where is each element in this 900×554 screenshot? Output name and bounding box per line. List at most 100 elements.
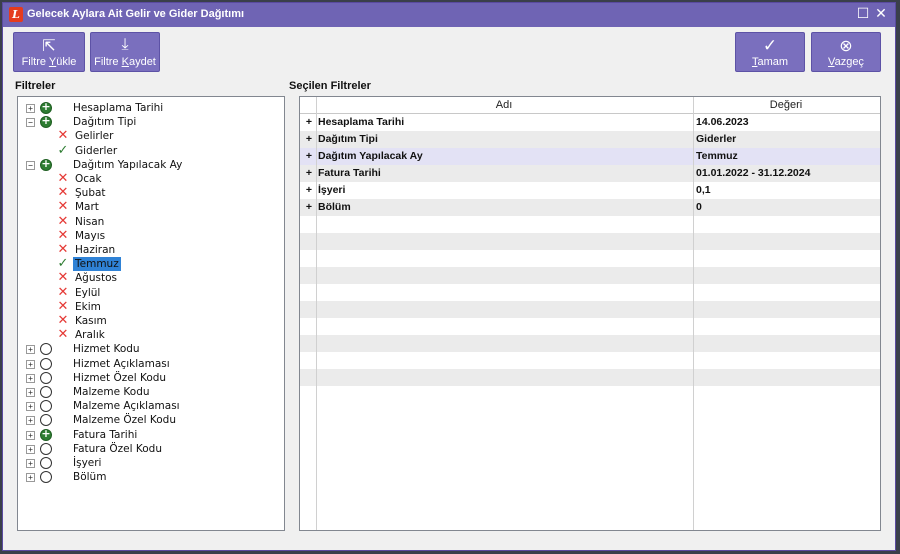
tree-item-label: Bölüm (73, 471, 107, 484)
tree-item[interactable]: ✕ Kasım (18, 314, 284, 328)
tree-item[interactable]: ✓ Giderler (18, 143, 284, 158)
tree-item-label: Eylül (75, 286, 101, 299)
cross-icon[interactable]: ✕ (57, 186, 69, 200)
cross-icon[interactable]: ✕ (57, 200, 69, 214)
filter-empty-icon (40, 414, 52, 427)
expand-icon[interactable]: + (26, 104, 35, 113)
cross-icon[interactable]: ✕ (57, 271, 69, 285)
tree-item[interactable]: + Hizmet Açıklaması (18, 357, 284, 371)
grid-empty-row (300, 335, 880, 352)
expand-icon[interactable]: + (26, 373, 35, 383)
cross-icon[interactable]: ✕ (57, 172, 69, 186)
tree-item[interactable]: ✓ Temmuz (18, 257, 284, 272)
tree-item[interactable]: ✕ Mayıs (18, 228, 284, 243)
tree-item[interactable]: ✕ Haziran (18, 243, 284, 257)
expand-row-icon[interactable]: + (304, 150, 314, 162)
cross-icon[interactable]: ✕ (57, 314, 69, 328)
tree-item[interactable]: + Bölüm (18, 470, 284, 484)
tree-item[interactable]: ✕ Ağustos (18, 271, 284, 285)
expand-icon[interactable]: + (26, 388, 35, 397)
check-icon[interactable]: ✓ (57, 143, 69, 158)
cross-icon[interactable]: ✕ (57, 299, 69, 314)
tree-item[interactable]: ✕ Şubat (18, 186, 284, 200)
column-header-name[interactable]: Adı (316, 97, 692, 113)
tree-item[interactable]: + Hesaplama Tarihi (18, 100, 284, 115)
grid-row[interactable]: + Hesaplama Tarihi 14.06.2023 (300, 114, 880, 131)
tree-item-label: Haziran (75, 244, 116, 256)
cross-icon[interactable]: ✕ (57, 328, 69, 342)
filter-tree[interactable]: +Hesaplama Tarihi−Dağıtım Tipi✕Gelirler✓… (17, 96, 285, 531)
tree-item[interactable]: + Malzeme Açıklaması (18, 399, 284, 413)
expand-row-icon[interactable]: + (304, 116, 314, 128)
tree-item[interactable]: ✕ Ocak (18, 172, 284, 186)
tree-item[interactable]: ✕ Nisan (18, 214, 284, 229)
ok-label: Tamam (751, 56, 789, 68)
tree-item[interactable]: + Fatura Tarihi (18, 427, 284, 442)
expand-row-icon[interactable]: + (304, 167, 314, 179)
tree-item-label: Hizmet Özel Kodu (73, 371, 167, 384)
filter-value: 0,1 (696, 184, 711, 196)
filter-active-icon (40, 157, 52, 171)
close-icon[interactable]: ✕ (873, 6, 889, 22)
expand-icon[interactable]: + (26, 402, 35, 412)
selected-filters-grid[interactable]: Adı Değeri + Hesaplama Tarihi 14.06.2023 + D… (299, 96, 881, 531)
tree-item[interactable]: ✕ Mart (18, 200, 284, 214)
filter-active-icon (40, 100, 52, 114)
tree-item-label: Şubat (75, 187, 106, 200)
tree-item-label: Malzeme Özel Kodu (73, 414, 177, 427)
load-filter-button[interactable]: ⇱ Filtre Yükle (13, 32, 85, 72)
expand-icon[interactable]: + (26, 430, 35, 440)
cross-icon[interactable]: ✕ (57, 228, 69, 243)
filter-empty-icon (40, 357, 52, 370)
grid-row[interactable]: + Dağıtım Yapılacak Ay Temmuz (300, 148, 880, 165)
tree-item[interactable]: + Fatura Özel Kodu (18, 442, 284, 456)
collapse-icon[interactable]: − (26, 118, 35, 128)
filter-value: Temmuz (696, 150, 738, 162)
expand-row-icon[interactable]: + (304, 184, 314, 196)
expand-icon[interactable]: + (26, 444, 35, 454)
maximize-icon[interactable]: ☐ (855, 6, 871, 22)
tree-item[interactable]: − Dağıtım Yapılacak Ay (18, 157, 284, 172)
expand-icon[interactable]: + (26, 359, 35, 369)
grid-row[interactable]: + Bölüm 0 (300, 199, 880, 216)
tree-item[interactable]: ✕ Eylül (18, 285, 284, 300)
column-header-value[interactable]: Değeri (693, 97, 879, 113)
tree-item[interactable]: + Malzeme Kodu (18, 385, 284, 399)
ok-button[interactable]: ✓ Tamam (735, 32, 805, 72)
toolbar: ⇱ Filtre Yükle ⤓ Filtre Kaydet ✓ Tamam ⊗… (3, 27, 895, 75)
expand-icon[interactable]: + (26, 416, 35, 426)
filter-name: Dağıtım Yapılacak Ay (318, 150, 423, 162)
title-bar[interactable]: L Gelecek Aylara Ait Gelir ve Gider Dağı… (3, 3, 895, 27)
expand-row-icon[interactable]: + (304, 201, 314, 213)
tree-item[interactable]: ✕ Ekim (18, 299, 284, 314)
tree-item[interactable]: ✕ Aralık (18, 328, 284, 342)
tree-item[interactable]: − Dağıtım Tipi (18, 114, 284, 129)
cross-icon[interactable]: ✕ (57, 214, 69, 229)
grid-row[interactable]: + Fatura Tarihi 01.01.2022 - 31.12.2024 (300, 165, 880, 182)
cross-icon[interactable]: ✕ (57, 285, 69, 300)
tree-item[interactable]: + Malzeme Özel Kodu (18, 413, 284, 427)
tree-item[interactable]: + Hizmet Özel Kodu (18, 371, 284, 385)
tree-item[interactable]: ✕ Gelirler (18, 129, 284, 143)
tree-item[interactable]: + İşyeri (18, 456, 284, 470)
cross-icon[interactable]: ✕ (57, 243, 69, 257)
expand-icon[interactable]: + (26, 345, 35, 355)
save-filter-button[interactable]: ⤓ Filtre Kaydet (90, 32, 160, 72)
check-icon[interactable]: ✓ (57, 257, 69, 271)
grid-empty-row (300, 250, 880, 267)
cancel-circle-icon: ⊗ (839, 38, 853, 55)
grid-row[interactable]: + İşyeri 0,1 (300, 182, 880, 199)
grid-row[interactable]: + Dağıtım Tipi Giderler (300, 131, 880, 148)
expand-row-icon[interactable]: + (304, 133, 314, 145)
cancel-button[interactable]: ⊗ Vazgeç (811, 32, 881, 72)
filter-name: Dağıtım Tipi (318, 133, 378, 145)
collapse-icon[interactable]: − (26, 160, 35, 170)
tree-item-label: Aralık (75, 329, 105, 342)
expand-icon[interactable]: + (26, 473, 35, 483)
tree-item-label: Fatura Özel Kodu (73, 442, 162, 455)
expand-icon[interactable]: + (26, 459, 35, 468)
tree-item-label: Temmuz (73, 257, 121, 272)
cross-icon[interactable]: ✕ (57, 129, 69, 143)
tree-item-label: Malzeme Açıklaması (73, 400, 180, 413)
tree-item[interactable]: + Hizmet Kodu (18, 342, 284, 356)
